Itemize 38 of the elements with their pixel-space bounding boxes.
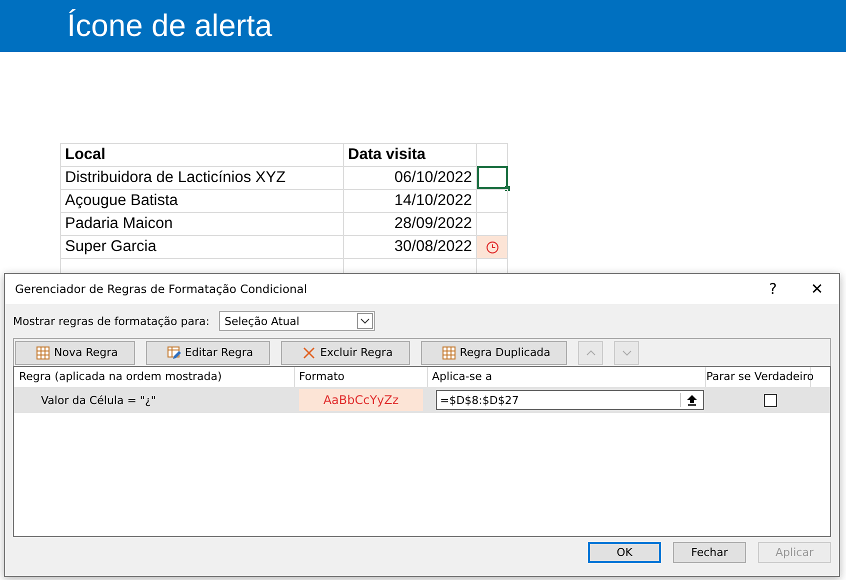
close-dialog-button[interactable]: Fechar <box>673 542 746 563</box>
table-cell: Açougue Batista <box>60 189 344 212</box>
table-icon <box>36 346 50 360</box>
close-button[interactable]: ✕ <box>795 279 839 299</box>
table-cell: 28/09/2022 <box>344 212 477 235</box>
clock-icon <box>486 240 498 254</box>
table-cell: Super Garcia <box>60 235 344 258</box>
move-up-button[interactable] <box>578 340 604 364</box>
alert-cell[interactable] <box>477 235 508 258</box>
column-header: Data visita <box>344 143 477 166</box>
edit-rule-button[interactable]: Editar Regra <box>146 340 270 364</box>
range-field[interactable]: =$D$8:$D$27 <box>436 390 704 410</box>
format-preview: AaBbCcYyZz <box>299 389 423 411</box>
help-button[interactable]: ? <box>751 279 795 299</box>
table-cell: 14/10/2022 <box>344 189 477 212</box>
dialog-title: Gerenciador de Regras de Formatação Condicional <box>15 282 308 296</box>
empty-cell[interactable] <box>477 143 508 166</box>
x-icon <box>302 346 316 360</box>
ok-button[interactable]: OK <box>588 542 661 563</box>
delete-rule-button[interactable]: Excluir Regra <box>281 340 410 364</box>
checkbox[interactable] <box>764 394 777 406</box>
rule-row[interactable]: Valor da Célula = "¿" AaBbCcYyZz =$D$8:$D$27 <box>14 387 830 413</box>
selected-cell[interactable] <box>477 166 508 189</box>
move-down-button[interactable] <box>614 340 640 364</box>
table-cell: Distribuidora de Lacticínios XYZ <box>60 166 344 189</box>
table-icon <box>442 346 456 360</box>
show-rules-label: Mostrar regras de formatação para: <box>13 314 210 328</box>
table-pencil-icon <box>166 346 181 360</box>
column-header: Local <box>60 143 344 166</box>
slide-title: Ícone de alerta <box>67 8 272 44</box>
empty-cell[interactable] <box>477 189 508 212</box>
duplicate-rule-button[interactable]: Regra Duplicada <box>420 340 568 364</box>
chevron-down-icon <box>357 313 374 329</box>
new-rule-button[interactable]: Nova Regra <box>15 340 135 364</box>
table-cell: 06/10/2022 <box>344 166 477 189</box>
table-cell: Padaria Maicon <box>60 212 344 235</box>
scope-dropdown[interactable]: Seleção Atual <box>219 311 376 331</box>
rule-text: Valor da Célula = "¿" <box>40 394 157 406</box>
